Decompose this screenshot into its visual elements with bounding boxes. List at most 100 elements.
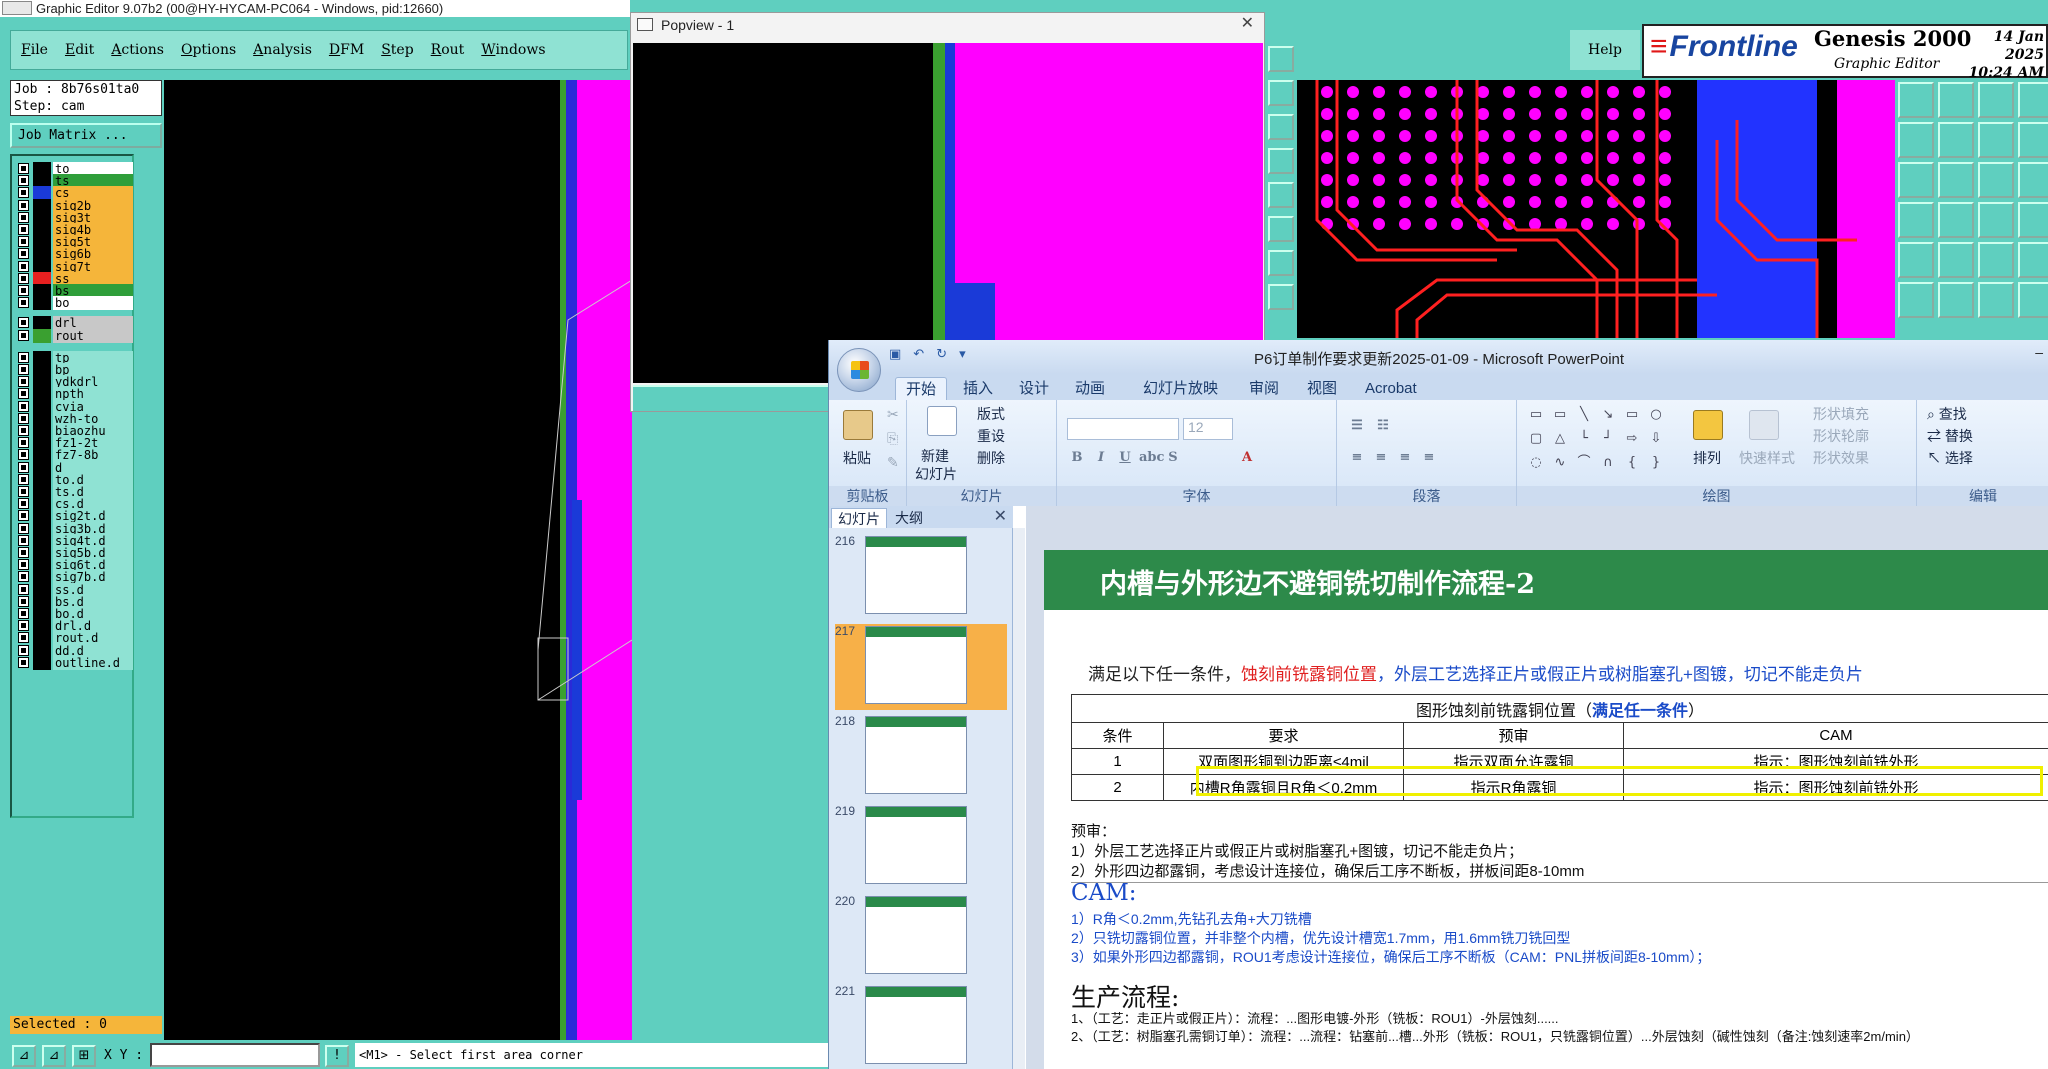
menu-edit[interactable]: Edit <box>65 42 94 58</box>
layer-checkbox[interactable] <box>18 272 29 284</box>
underline-button[interactable]: U <box>1115 448 1135 468</box>
shape-roundrect-icon[interactable]: ▢ <box>1527 432 1545 446</box>
tool-button[interactable] <box>1938 202 1974 238</box>
layer-checkbox[interactable] <box>18 248 29 260</box>
layer-checkbox[interactable] <box>18 583 29 595</box>
layer-checkbox[interactable] <box>18 547 29 558</box>
tab-design[interactable]: 设计 <box>1009 377 1059 400</box>
minimize-icon[interactable]: – <box>2035 344 2043 360</box>
reset-button[interactable]: 重设 <box>977 426 1005 446</box>
align-right-icon[interactable]: ≡ <box>1395 448 1415 468</box>
tool-button-7[interactable] <box>1268 250 1294 276</box>
paste-icon[interactable] <box>843 410 873 440</box>
layer-checkbox[interactable] <box>18 644 29 656</box>
shape-rect-icon[interactable]: ▭ <box>1623 408 1641 422</box>
tool-button-6[interactable] <box>1268 216 1294 242</box>
layer-checkbox[interactable] <box>18 400 29 412</box>
shape-effect-button[interactable]: 形状效果 <box>1813 448 1869 468</box>
tool-button-1[interactable] <box>1268 46 1294 72</box>
tool-button[interactable] <box>1938 242 1974 278</box>
tab-review[interactable]: 审阅 <box>1239 377 1289 400</box>
layer-checkbox[interactable] <box>18 608 29 619</box>
tool-button[interactable] <box>1898 282 1934 318</box>
tool-button[interactable] <box>1898 162 1934 198</box>
layer-checkbox[interactable] <box>18 620 29 632</box>
shape-scribble-icon[interactable]: ∿ <box>1551 456 1569 470</box>
layer-color-swatch[interactable] <box>33 655 51 670</box>
menu-dfm[interactable]: DFM <box>329 42 364 58</box>
layer-color-swatch[interactable] <box>33 296 51 311</box>
layer-checkbox[interactable] <box>18 317 29 329</box>
tab-animation[interactable]: 动画 <box>1065 377 1115 400</box>
tool-button[interactable] <box>1898 202 1934 238</box>
layer-checkbox[interactable] <box>18 163 29 174</box>
tool-button[interactable] <box>1938 82 1974 118</box>
tool-button[interactable] <box>2018 202 2048 238</box>
tool-button[interactable] <box>2018 122 2048 158</box>
layer-checkbox[interactable] <box>18 351 29 363</box>
popview-canvas[interactable] <box>633 43 1263 383</box>
xy-input[interactable] <box>150 1043 320 1067</box>
menu-step[interactable]: Step <box>381 42 413 58</box>
tool-button-8[interactable] <box>1268 284 1294 310</box>
close-icon[interactable]: ✕ <box>1241 13 1254 33</box>
layer-checkbox[interactable] <box>18 297 29 309</box>
layer-color-swatch[interactable] <box>33 328 51 343</box>
shape-vtext-icon[interactable]: ▭ <box>1551 408 1569 422</box>
tool-button[interactable] <box>2018 282 2048 318</box>
tab-acrobat[interactable]: Acrobat <box>1355 377 1427 400</box>
bullets-icon[interactable]: ☰ <box>1347 416 1367 436</box>
slide-thumbnail[interactable]: 216 <box>835 534 1007 620</box>
layer-checkbox[interactable] <box>18 260 29 272</box>
layout-button[interactable]: 版式 <box>977 404 1005 424</box>
slide-thumbnail[interactable]: 219 <box>835 804 1007 890</box>
tool-button[interactable] <box>2018 82 2048 118</box>
layer-checkbox[interactable] <box>18 559 29 571</box>
layer-checkbox[interactable] <box>18 486 29 497</box>
shape-darrow-icon[interactable]: ⇩ <box>1647 432 1665 446</box>
font-color-button[interactable]: A <box>1237 448 1257 468</box>
tool-button[interactable] <box>1978 162 2014 198</box>
tab-view[interactable]: 视图 <box>1297 377 1347 400</box>
justify-icon[interactable]: ≡ <box>1419 448 1439 468</box>
find-button[interactable]: ⌕ 查找 <box>1927 404 1967 424</box>
shape-elbow2-icon[interactable]: ┘ <box>1599 432 1617 446</box>
tool-button[interactable] <box>1978 82 2014 118</box>
grid-button[interactable]: ⊞ <box>72 1045 96 1067</box>
shadow-button[interactable]: S <box>1163 448 1183 468</box>
layer-checkbox[interactable] <box>18 388 29 400</box>
tool-button[interactable] <box>1938 282 1974 318</box>
tool-button[interactable] <box>1898 122 1934 158</box>
shape-textbox-icon[interactable]: ▭ <box>1527 408 1545 422</box>
arrange-button[interactable]: 排列 <box>1693 448 1721 468</box>
delete-button[interactable]: 删除 <box>977 448 1005 468</box>
tool-button[interactable] <box>1938 122 1974 158</box>
tool-button[interactable] <box>1898 82 1934 118</box>
menu-options[interactable]: Options <box>181 42 236 58</box>
paste-button[interactable]: 粘贴 <box>843 448 871 468</box>
shape-arc-icon[interactable]: ⌒ <box>1575 456 1593 470</box>
menu-actions[interactable]: Actions <box>111 42 164 58</box>
shape-arrow-icon[interactable]: ↘ <box>1599 408 1617 422</box>
layer-checkbox[interactable] <box>18 376 29 388</box>
shape-outline-button[interactable]: 形状轮廓 <box>1813 426 1869 446</box>
tool-button[interactable] <box>1978 122 2014 158</box>
shape-rarrow-icon[interactable]: ⇨ <box>1623 432 1641 446</box>
main-graphic-canvas[interactable] <box>164 80 632 1040</box>
slide-thumbnail[interactable]: 217 <box>835 624 1007 710</box>
layer-checkbox[interactable] <box>18 437 29 449</box>
layer-checkbox[interactable] <box>18 236 29 248</box>
layer-checkbox[interactable] <box>18 187 29 199</box>
font-name-select[interactable] <box>1067 418 1179 440</box>
arrange-icon[interactable] <box>1693 410 1723 440</box>
layer-checkbox[interactable] <box>18 425 29 436</box>
tab-home[interactable]: 开始 <box>895 377 948 400</box>
layer-name[interactable]: rout <box>53 328 133 343</box>
menu-file[interactable]: File <box>21 42 48 58</box>
layer-row[interactable]: rout <box>16 328 134 343</box>
layer-checkbox[interactable] <box>18 595 29 607</box>
format-painter-icon[interactable]: ✎ <box>887 454 899 471</box>
quick-style-button[interactable]: 快速样式 <box>1739 448 1795 468</box>
tool-button[interactable] <box>1938 162 1974 198</box>
menu-help[interactable]: Help <box>1570 30 1640 70</box>
